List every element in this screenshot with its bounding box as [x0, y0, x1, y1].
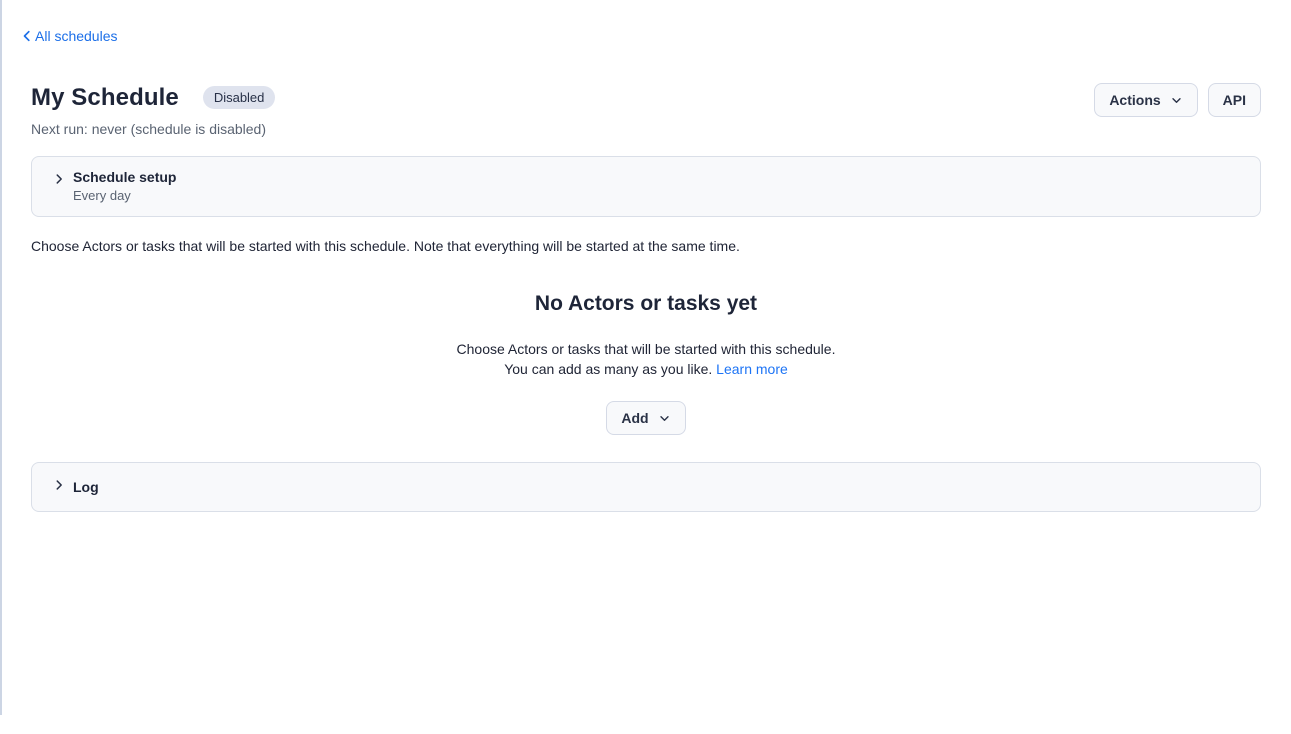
schedule-note-text: Choose Actors or tasks that will be star…	[31, 238, 1261, 255]
api-button-label: API	[1223, 92, 1246, 108]
empty-state-line1: Choose Actors or tasks that will be star…	[457, 341, 836, 357]
page-header: My Schedule Disabled Next run: never (sc…	[31, 83, 1261, 137]
add-button[interactable]: Add	[606, 401, 685, 435]
left-edge-divider	[0, 0, 2, 715]
title-block: My Schedule Disabled Next run: never (sc…	[31, 83, 275, 137]
schedule-setup-subtitle: Every day	[73, 188, 176, 204]
empty-state: No Actors or tasks yet Choose Actors or …	[31, 291, 1261, 435]
actions-button[interactable]: Actions	[1094, 83, 1197, 117]
empty-state-title: No Actors or tasks yet	[31, 291, 1261, 316]
chevron-right-icon	[52, 478, 66, 497]
chevron-right-icon	[52, 172, 66, 204]
back-to-all-schedules-link[interactable]: All schedules	[19, 28, 118, 44]
empty-state-line2: You can add as many as you like.	[504, 361, 712, 377]
chevron-down-icon	[658, 412, 671, 425]
back-link-label: All schedules	[35, 28, 118, 44]
log-panel[interactable]: Log	[31, 462, 1261, 512]
status-badge: Disabled	[203, 86, 276, 109]
schedule-setup-text: Schedule setup Every day	[73, 169, 176, 204]
learn-more-link[interactable]: Learn more	[716, 361, 788, 377]
empty-state-description: Choose Actors or tasks that will be star…	[31, 339, 1261, 379]
page-title: My Schedule	[31, 83, 179, 112]
schedule-detail-page: All schedules My Schedule Disabled Next …	[0, 0, 1291, 512]
next-run-text: Next run: never (schedule is disabled)	[31, 121, 275, 137]
api-button[interactable]: API	[1208, 83, 1261, 117]
log-panel-title: Log	[73, 479, 99, 496]
schedule-setup-panel[interactable]: Schedule setup Every day	[31, 156, 1261, 217]
actions-button-label: Actions	[1109, 92, 1160, 108]
chevron-down-icon	[1170, 94, 1183, 107]
add-button-label: Add	[621, 410, 648, 426]
schedule-setup-title: Schedule setup	[73, 169, 176, 186]
chevron-left-icon	[19, 28, 35, 44]
header-actions: Actions API	[1094, 83, 1261, 117]
